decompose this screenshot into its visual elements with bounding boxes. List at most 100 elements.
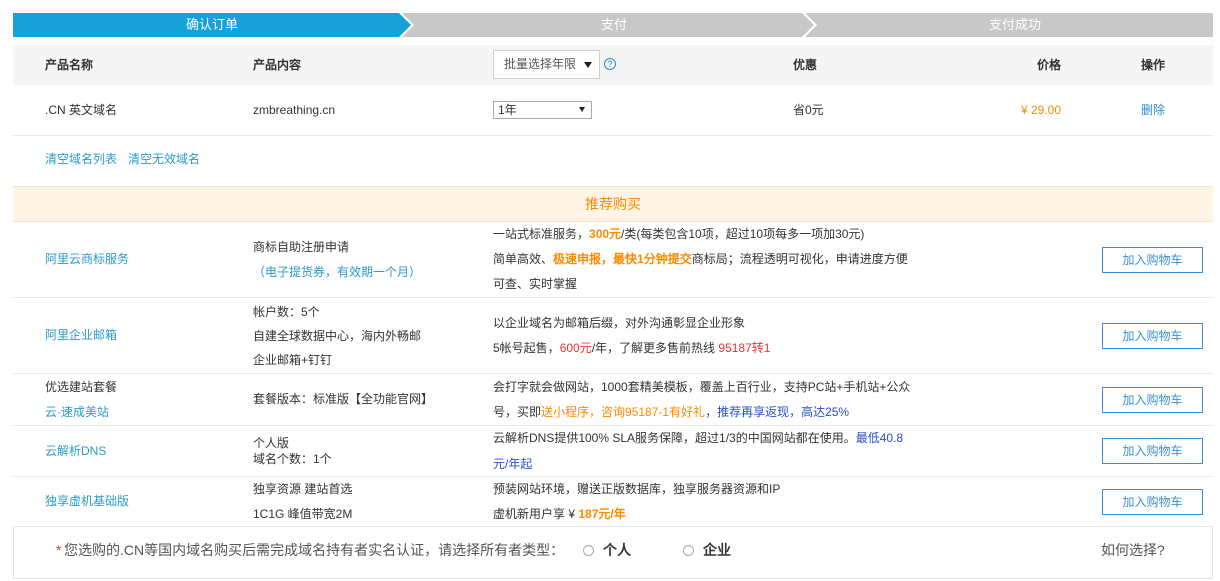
description-line: 5帐号起售，600元/年，了解更多售前热线 95187转1 [493, 336, 963, 361]
required-asterisk: * [56, 542, 62, 558]
highlight-text: 600元 [559, 340, 592, 355]
content-line: 1C1G 峰值带宽2M [253, 506, 353, 521]
description-text: 可查、实时掌握 [493, 277, 578, 291]
description-line: 云解析DNS提供100% SLA服务保障，超过1/3的中国网站都在使用。最低40… [493, 425, 963, 451]
highlight-text: 95187转1 [718, 340, 771, 355]
recommend-description: 会打字就会做网站，1000套精美模板，覆盖上百行业，支持PC站+手机站+公众 号，… [493, 374, 963, 425]
question-circle-icon[interactable]: ? [604, 58, 616, 70]
recommend-description: 以企业域名为邮箱后缀，对外沟通彰显企业形象 5帐号起售，600元/年，了解更多售前… [493, 298, 963, 373]
header-product-content: 产品内容 [253, 58, 302, 72]
add-to-cart-button[interactable]: 加入购物车 [1102, 438, 1203, 464]
description-text: 以企业域名为邮箱后缀，对外沟通彰显企业形象 [493, 315, 746, 330]
step-label: 确认订单 [185, 17, 238, 32]
recommend-row: 独享虚机基础版 独享资源 建站首选 1C1G 峰值带宽2M 预装网站环境，赠送正版数据… [13, 477, 1213, 527]
recommend-description: 预装网站环境，赠送正版数据库，独享服务器资源和IP 虚机新用户享 ¥ 187元/年 [493, 477, 963, 526]
add-to-cart-button[interactable]: 加入购物车 [1102, 386, 1203, 413]
description-line: 元/年起 [493, 451, 963, 477]
highlight-text: 300元 [589, 227, 622, 241]
description-line: 预装网站环境，赠送正版数据库，独享服务器资源和IP [493, 477, 963, 502]
radio-label-enterprise[interactable]: 企业 [703, 540, 731, 560]
highlight-text: 最低40.8 [855, 431, 904, 445]
clear-list-link[interactable]: 清空域名列表 [45, 152, 117, 166]
clear-invalid-link[interactable]: 清空无效域名 [128, 152, 200, 166]
owner-type-panel: * 您选购的.CN等国内域名购买后需完成域名持有者实名认证，请选择所有者类型： … [13, 527, 1213, 579]
header-action: 操作 [1141, 58, 1166, 72]
product-link[interactable]: 云解析DNS [45, 439, 245, 464]
progress-steps: 确认订单 支付 支付成功 [13, 13, 1213, 37]
recommend-product-name: 优选建站套餐云·速成美站 [45, 374, 245, 425]
product-link[interactable]: 阿里企业邮箱 [45, 323, 245, 348]
content-line: 套餐版本：标准版【全功能官网】 [253, 392, 434, 406]
verification-notice: 您选购的.CN等国内域名购买后需完成域名持有者实名认证，请选择所有者类型： [64, 542, 565, 558]
highlight-text: 元/年起 [493, 457, 533, 471]
description-line: 一站式标准服务，300元/类(每类包含10项，超过10项每多一项加30元) [493, 222, 963, 247]
recommend-row: 优选建站套餐云·速成美站 套餐版本：标准版【全功能官网】 会打字就会做网站，1000… [13, 374, 1213, 426]
recommend-row: 阿里企业邮箱 帐户数：5个 自建全球数据中心，海内外畅邮 企业邮箱+钉钉 以企业域名为邮… [13, 298, 1213, 374]
description-line: 会打字就会做网站，1000套精美模板，覆盖上百行业，支持PC站+手机站+公众 [493, 375, 963, 400]
product-link[interactable]: 独享虚机基础版 [45, 489, 245, 514]
add-to-cart-button[interactable]: 加入购物车 [1102, 488, 1203, 515]
product-link[interactable]: 云·速成美站 [45, 400, 245, 425]
highlight-text: ，推荐再享返现，高达25% [705, 404, 850, 419]
header-price: 价格 [1036, 58, 1061, 72]
product-name: .CN 英文域名 [45, 103, 118, 117]
description-text: 预装网站环境，赠送正版数据库，独享服务器资源和IP [493, 481, 781, 496]
content-line: 自建全球数据中心，海内外畅邮 [253, 328, 422, 343]
header-discount: 优惠 [793, 58, 818, 72]
recommend-product-content: 帐户数：5个自建全球数据中心，海内外畅邮 企业邮箱+钉钉 [253, 298, 488, 373]
radio-enterprise[interactable] [683, 545, 694, 556]
radio-label-individual[interactable]: 个人 [603, 540, 631, 560]
content-line: 域名个数：1个 [253, 452, 332, 466]
description-text: 简单高效、 [493, 252, 554, 266]
caret-down-icon [584, 62, 592, 68]
recommend-product-name: 云解析DNS [45, 426, 245, 476]
recommend-product-content: 商标自助注册申请 （电子提货券，有效期一个月） [253, 222, 488, 297]
recommend-list: 阿里云商标服务 商标自助注册申请 （电子提货券，有效期一个月） 一站式标准服务，300… [13, 222, 1213, 527]
recommend-title: 推荐购买 [13, 186, 1213, 222]
highlight-text: 极速申报，最快1分钟提交 [553, 252, 692, 266]
step-label: 支付成功 [988, 17, 1041, 32]
step-payment: 支付 [402, 13, 814, 37]
description-text: /年，了解更多售前热线 [591, 340, 719, 355]
recommend-product-content: 独享资源 建站首选 1C1G 峰值带宽2M [253, 477, 488, 526]
description-text: 商标局；流程透明可视化，申请进度方便 [691, 252, 908, 266]
order-table-header: 产品名称 产品内容 批量选择年限 ? 优惠 价格 操作 [13, 45, 1213, 85]
recommend-product-name: 阿里企业邮箱 [45, 298, 245, 373]
recommend-product-content: 个人版 域名个数：1个 [253, 426, 488, 476]
period-select[interactable]: 1年 [493, 101, 592, 119]
recommend-description: 云解析DNS提供100% SLA服务保障，超过1/3的中国网站都在使用。最低40… [493, 426, 963, 476]
description-text: 号，买即 [493, 404, 542, 419]
step-confirm-order: 确认订单 [13, 13, 411, 37]
description-text: 虚机新用户享 ¥ [493, 506, 579, 521]
content-line: 帐户数：5个 [253, 304, 320, 319]
content-line: 企业邮箱+钉钉 [253, 352, 333, 367]
highlight-text: 送小程序，咨询95187-1有好礼 [541, 404, 706, 419]
recommend-product-name: 阿里云商标服务 [45, 222, 245, 297]
add-to-cart-button[interactable]: 加入购物车 [1102, 322, 1203, 349]
description-text: 会打字就会做网站，1000套精美模板，覆盖上百行业，支持PC站+手机站+公众 [493, 379, 911, 394]
description-line: 以企业域名为邮箱后缀，对外沟通彰显企业形象 [493, 311, 963, 336]
description-text: /类(每类包含10项，超过10项每多一项加30元) [621, 227, 865, 241]
description-text: 云解析DNS提供100% SLA服务保障，超过1/3的中国网站都在使用。 [493, 431, 856, 445]
help-glyph: ? [607, 59, 613, 69]
header-product-name: 产品名称 [45, 58, 94, 72]
product-title: 优选建站套餐 [45, 379, 118, 394]
description-line: 号，买即送小程序，咨询95187-1有好礼，推荐再享返现，高达25% [493, 400, 963, 425]
batch-period-select[interactable]: 批量选择年限 [493, 50, 600, 79]
add-to-cart-button[interactable]: 加入购物车 [1102, 246, 1203, 273]
batch-period-select-value: 批量选择年限 [504, 57, 577, 71]
recommend-row: 云解析DNS 个人版 域名个数：1个 云解析DNS提供100% SLA服务保障，超过1… [13, 426, 1213, 477]
radio-individual[interactable] [583, 545, 594, 556]
highlight-text: 187元/年 [578, 506, 626, 521]
description-line: 虚机新用户享 ¥ 187元/年 [493, 502, 963, 527]
description-line: 可查、实时掌握 [493, 272, 963, 297]
content-line: （电子提货券，有效期一个月） [253, 264, 422, 279]
content-line: 商标自助注册申请 [253, 239, 350, 254]
delete-link[interactable]: 删除 [1141, 85, 1165, 135]
discount-value: 省0元 [793, 103, 824, 117]
product-link[interactable]: 阿里云商标服务 [45, 247, 245, 272]
how-to-choose-link[interactable]: 如何选择? [1101, 540, 1165, 560]
recommend-row: 阿里云商标服务 商标自助注册申请 （电子提货券，有效期一个月） 一站式标准服务，300… [13, 222, 1213, 298]
description-text: 一站式标准服务， [493, 227, 590, 241]
price-value: ¥ 29.00 [1020, 103, 1061, 117]
